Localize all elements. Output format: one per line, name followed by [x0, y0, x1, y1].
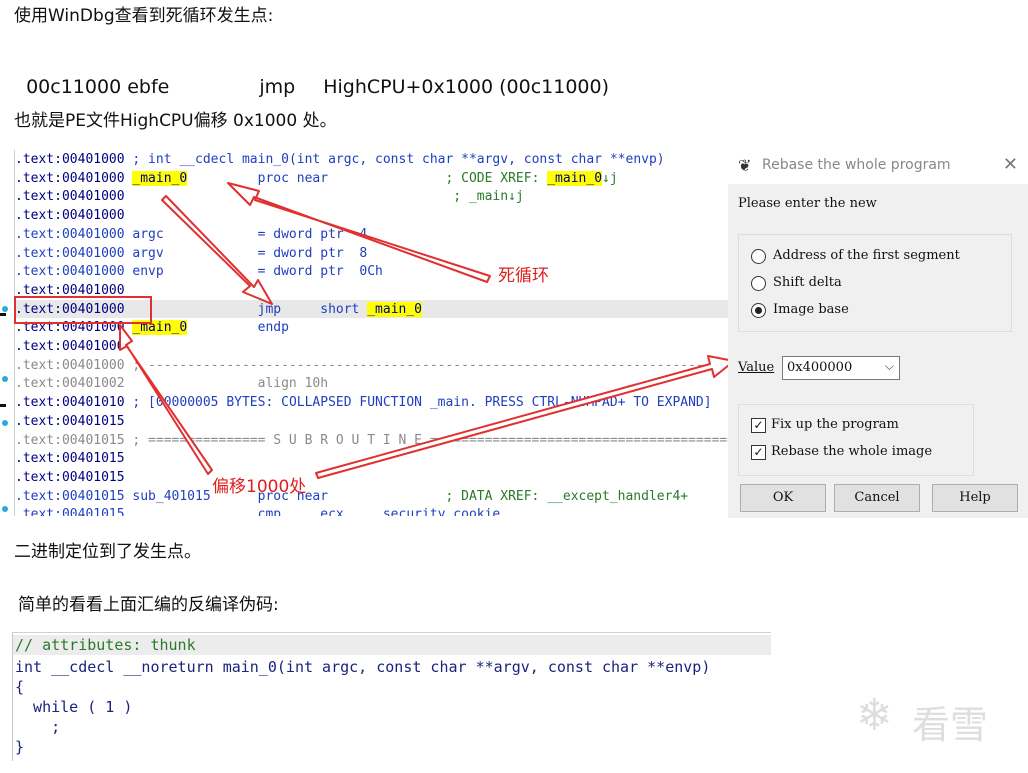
close-icon[interactable]: ✕: [1003, 154, 1018, 175]
dialog-title-bar[interactable]: ❦ Rebase the whole program ✕: [728, 148, 1028, 184]
arrow-to-main-label: [227, 182, 491, 283]
radio-image-base[interactable]: [751, 303, 766, 318]
dialog-prompt: Please enter the new: [738, 196, 877, 211]
pseudocode-close-brace: }: [15, 738, 25, 756]
snowflake-icon: ❄: [856, 690, 893, 741]
value-label: Value: [738, 360, 775, 375]
pseudocode-declaration: int __cdecl __noreturn main_0(int argc, …: [15, 658, 711, 676]
arrow-offset-to-address: [119, 324, 213, 475]
radio-image-base-label: Image base: [773, 302, 849, 317]
fixup-checkbox[interactable]: ✓: [751, 418, 766, 433]
radio-shift-delta[interactable]: [751, 276, 766, 291]
radio-first-segment[interactable]: [751, 249, 766, 264]
radio-shift-delta-label: Shift delta: [773, 275, 842, 290]
arrow-to-jmp: [161, 195, 273, 305]
chevron-down-icon[interactable]: ⌵: [885, 359, 894, 374]
dialog-title: Rebase the whole program: [762, 157, 951, 173]
rebase-image-checkbox[interactable]: ✓: [751, 445, 766, 460]
dialog-app-icon: ❦: [738, 156, 752, 175]
pseudocode-body: ;: [15, 718, 61, 736]
cancel-button[interactable]: Cancel: [834, 484, 920, 512]
watermark-text: 看雪: [912, 703, 989, 747]
help-button[interactable]: Help: [932, 484, 1018, 512]
rebase-dialog[interactable]: ❦ Rebase the whole program ✕ Please ente…: [728, 148, 1028, 518]
value-input[interactable]: 0x400000: [787, 360, 852, 375]
offset-annotation: 偏移1000处: [212, 477, 307, 497]
watermark-logo: ❄ 看雪: [856, 690, 1016, 750]
fixup-checkbox-label: Fix up the program: [771, 417, 899, 432]
radio-first-segment-label: Address of the first segment: [773, 248, 960, 263]
rebase-mode-group: Address of the first segment Shift delta…: [738, 234, 1012, 332]
value-combobox[interactable]: 0x400000 ⌵: [782, 356, 900, 380]
ok-button[interactable]: OK: [740, 484, 826, 512]
pseudocode-view[interactable]: // attributes: thunk int __cdecl __noret…: [12, 632, 771, 761]
dead-loop-annotation: 死循环: [498, 266, 549, 286]
arrow-offset-to-value: [315, 355, 735, 479]
after-text-1: 二进制定位到了发生点。: [14, 542, 201, 562]
pseudocode-loop: while ( 1 ): [15, 698, 133, 716]
options-group: ✓ Fix up the program ✓ Rebase the whole …: [738, 404, 974, 476]
after-text-2: 简单的看看上面汇编的反编译伪码:: [18, 595, 279, 615]
pseudocode-open-brace: {: [15, 678, 25, 696]
rebase-image-checkbox-label: Rebase the whole image: [771, 444, 933, 459]
pseudocode-comment: // attributes: thunk: [15, 636, 196, 654]
